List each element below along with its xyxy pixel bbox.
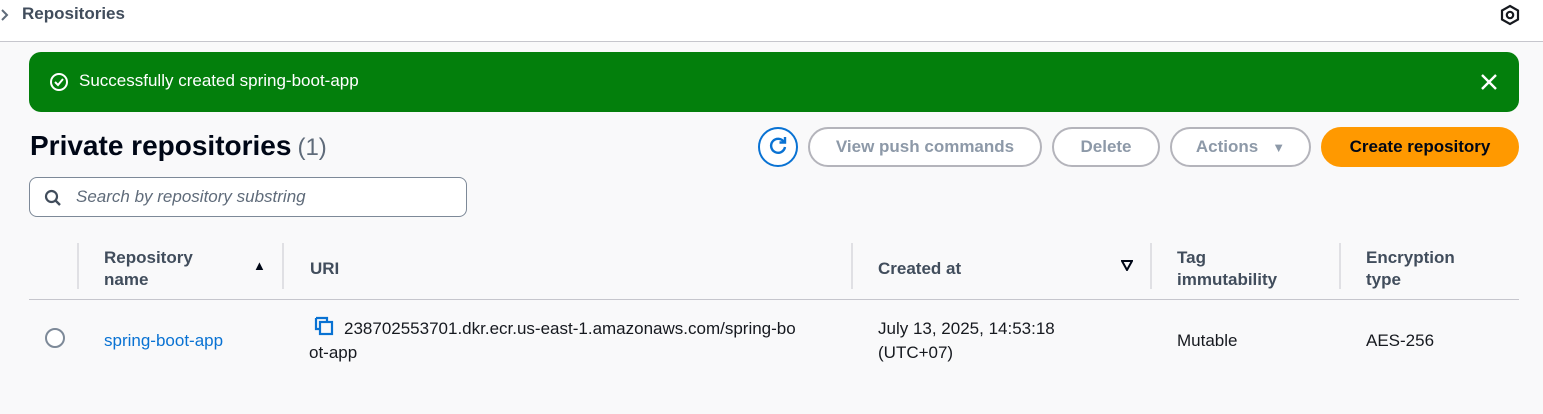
actions-button[interactable]: Actions ▼ — [1170, 127, 1311, 167]
view-push-commands-button[interactable]: View push commands — [808, 127, 1042, 167]
refresh-icon — [767, 134, 789, 161]
breadcrumb[interactable]: Repositories — [22, 4, 125, 24]
success-flash-banner: Successfully created spring-boot-app — [29, 52, 1519, 112]
tag-immutability-value: Mutable — [1177, 331, 1238, 350]
sort-descending-icon[interactable] — [1120, 259, 1134, 274]
column-separator[interactable] — [282, 243, 284, 289]
delete-button[interactable]: Delete — [1052, 127, 1160, 167]
column-header-created-at[interactable]: Created at — [878, 238, 1118, 300]
refresh-button[interactable] — [758, 127, 798, 167]
repository-count: (1) — [297, 134, 327, 161]
flash-message: Successfully created spring-boot-app — [79, 71, 359, 90]
column-separator[interactable] — [1150, 243, 1152, 289]
column-header-tag-immutability[interactable]: Tag immutability — [1177, 238, 1327, 300]
column-separator — [77, 243, 79, 289]
uri-line-2: ot-app — [309, 343, 358, 362]
encryption-type-value: AES-256 — [1366, 331, 1435, 350]
chevron-right-icon[interactable] — [0, 8, 10, 22]
created-at-line-1: July 13, 2025, 14:53:18 — [878, 319, 1055, 338]
row-select-radio[interactable] — [45, 328, 65, 348]
caret-down-icon: ▼ — [1272, 139, 1286, 155]
actions-label: Actions — [1195, 137, 1259, 156]
created-at-line-2: (UTC+07) — [878, 343, 954, 362]
uri-line-1: 238702553701.dkr.ecr.us-east-1.amazonaws… — [344, 319, 796, 338]
table-header: Repository name ▲ URI Created at Tag imm… — [29, 238, 1519, 300]
page-title-text: Private repositories — [30, 130, 292, 161]
column-separator[interactable] — [1339, 243, 1341, 289]
column-separator[interactable] — [851, 243, 853, 289]
hexagon-settings-icon[interactable] — [1499, 4, 1521, 26]
search-input[interactable] — [74, 184, 454, 210]
main-content: Successfully created spring-boot-app Pri… — [0, 42, 1543, 414]
column-header-repository-name[interactable]: Repository name — [104, 238, 274, 300]
top-bar: Repositories — [0, 0, 1543, 42]
table-row[interactable]: spring-boot-app 238702553701.dkr.ecr.us-… — [29, 300, 1519, 380]
search-icon — [44, 189, 62, 207]
page-title: Private repositories (1) — [30, 130, 327, 162]
success-check-circle-icon — [49, 72, 69, 92]
sort-ascending-icon[interactable]: ▲ — [253, 258, 266, 273]
copy-icon[interactable] — [314, 316, 334, 336]
column-header-uri[interactable]: URI — [310, 238, 850, 300]
repository-name-link[interactable]: spring-boot-app — [104, 331, 223, 350]
search-box[interactable] — [29, 177, 467, 217]
create-repository-button[interactable]: Create repository — [1321, 127, 1519, 167]
repositories-table: Repository name ▲ URI Created at Tag imm… — [29, 238, 1519, 414]
column-header-encryption-type[interactable]: Encryption type — [1366, 238, 1516, 300]
close-icon[interactable] — [1476, 69, 1502, 95]
